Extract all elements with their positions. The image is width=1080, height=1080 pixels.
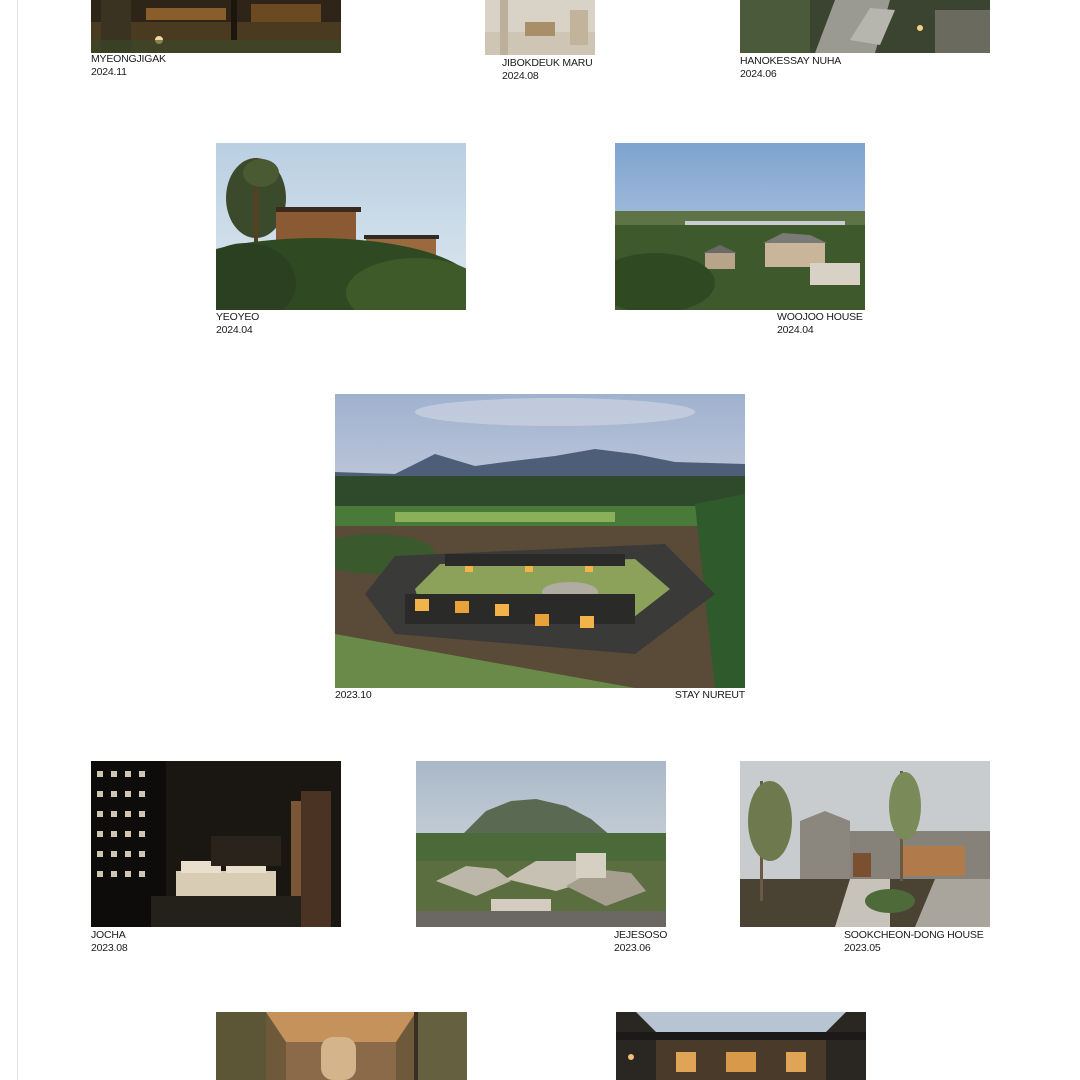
project-card-hanokessay-nuha[interactable]: HANOKESSAY NUHA 2024.06 (740, 0, 990, 82)
project-photo-partial-right[interactable] (616, 1012, 866, 1080)
project-name: HANOKESSAY NUHA (740, 55, 842, 67)
project-photo-yeoyeo[interactable] (216, 143, 466, 310)
project-caption: 2023.10 STAY NUREUT (335, 689, 745, 702)
project-caption: JEJESOSO 2023.06 (614, 929, 667, 954)
project-photo-myeongjigak[interactable] (91, 0, 341, 53)
project-caption: JOCHA 2023.08 (91, 929, 128, 954)
project-name: YEOYEO (216, 311, 260, 323)
project-date: 2024.04 (777, 323, 814, 336)
project-photo-hanokessay-nuha[interactable] (740, 0, 990, 53)
project-photo-sookcheon-dong-house[interactable] (740, 761, 990, 927)
project-name: SOOKCHEON-DONG HOUSE (844, 929, 984, 941)
project-card-jibokdeuk-maru[interactable]: JIBOKDEUK MARU 2024.08 (485, 0, 595, 84)
project-name: WOOJOO HOUSE (777, 311, 863, 323)
project-card-sookcheon-dong-house[interactable]: SOOKCHEON-DONG HOUSE 2023.05 (740, 761, 990, 956)
project-card-woojoo-house[interactable]: WOOJOO HOUSE 2024.04 (615, 143, 865, 338)
project-photo-jibokdeuk-maru[interactable] (485, 0, 595, 55)
project-caption: MYEONGJIGAK 2024.11 (91, 53, 166, 78)
project-name: JEJESOSO (614, 929, 668, 941)
project-caption: YEOYEO 2024.04 (216, 311, 259, 336)
project-caption: WOOJOO HOUSE 2024.04 (777, 311, 863, 336)
project-name: MYEONGJIGAK (91, 53, 166, 65)
project-date: 2024.06 (740, 67, 777, 80)
project-date: 2023.08 (91, 941, 128, 954)
project-card-stay-nureut[interactable]: 2023.10 STAY NUREUT (335, 394, 745, 704)
project-card-yeoyeo[interactable]: YEOYEO 2024.04 (216, 143, 466, 338)
project-name: STAY NUREUT (674, 689, 745, 701)
project-date: 2024.08 (502, 69, 539, 82)
left-divider-line (17, 0, 18, 1080)
project-photo-jejesoso[interactable] (416, 761, 666, 927)
project-photo-partial-left[interactable] (216, 1012, 467, 1080)
project-date: 2023.06 (614, 941, 651, 954)
project-caption: HANOKESSAY NUHA 2024.06 (740, 55, 841, 80)
project-date: 2023.05 (844, 941, 881, 954)
project-name: JIBOKDEUK MARU (502, 57, 593, 69)
project-caption: SOOKCHEON-DONG HOUSE 2023.05 (844, 929, 984, 954)
project-photo-woojoo-house[interactable] (615, 143, 865, 310)
project-photo-jocha[interactable] (91, 761, 341, 927)
project-card-partial-right[interactable] (616, 1012, 866, 1080)
project-date: 2024.04 (216, 323, 253, 336)
project-card-myeongjigak[interactable]: MYEONGJIGAK 2024.11 (91, 0, 341, 80)
project-date: 2024.11 (91, 65, 127, 78)
project-caption: JIBOKDEUK MARU 2024.08 (502, 57, 593, 82)
project-name: JOCHA (91, 929, 126, 941)
project-card-jejesoso[interactable]: JEJESOSO 2023.06 (416, 761, 667, 956)
project-card-jocha[interactable]: JOCHA 2023.08 (91, 761, 341, 956)
project-photo-stay-nureut[interactable] (335, 394, 745, 688)
project-card-partial-left[interactable] (216, 1012, 467, 1080)
project-date: 2023.10 (335, 689, 372, 701)
